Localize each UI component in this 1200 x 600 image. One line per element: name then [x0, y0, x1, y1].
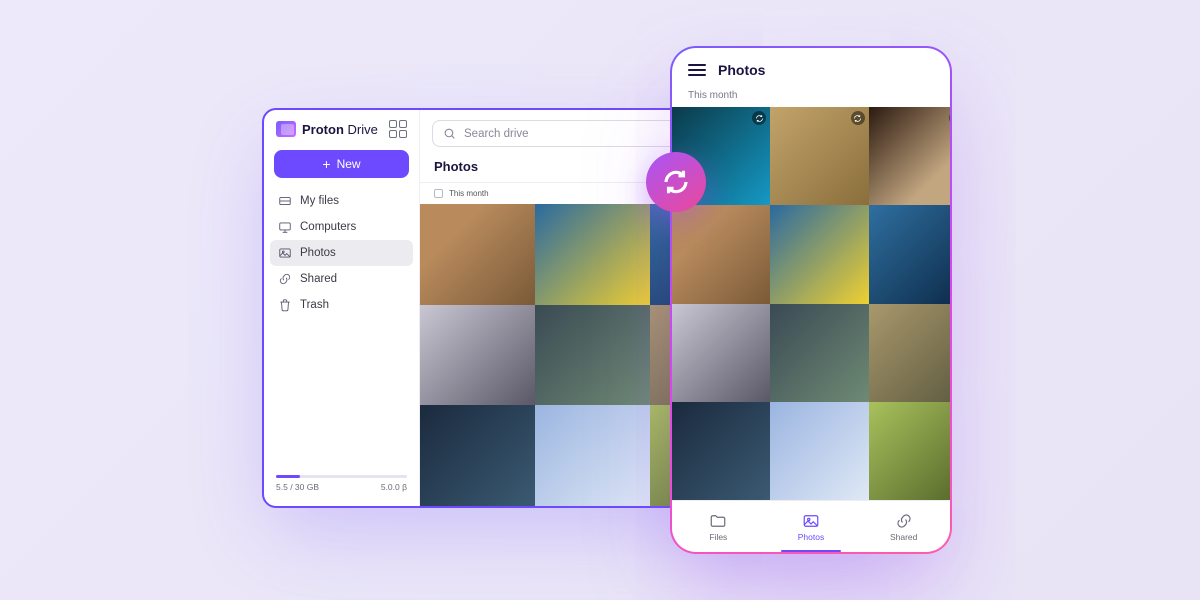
- sync-status-icon: [949, 111, 950, 125]
- sync-badge-icon: [646, 152, 706, 212]
- sidebar-item-label: Shared: [300, 273, 337, 285]
- link-icon: [278, 272, 292, 286]
- brand-thin: Drive: [348, 122, 378, 137]
- brand-bold: Proton: [302, 122, 344, 137]
- storage-meter: 5.5 / 30 GB 5.0.0 β: [264, 465, 419, 506]
- tab-files[interactable]: Files: [672, 501, 765, 552]
- mobile-subtitle: This month: [672, 88, 950, 107]
- sidebar-item-label: Photos: [300, 247, 336, 259]
- sidebar-item-shared[interactable]: Shared: [270, 266, 413, 292]
- photo-icon: [802, 512, 820, 530]
- photo-thumb[interactable]: [420, 204, 535, 305]
- mobile-header: Photos: [672, 48, 950, 88]
- mobile-tabbar: Files Photos Shared: [672, 500, 950, 552]
- computer-icon: [278, 220, 292, 234]
- sidebar-item-my-files[interactable]: My files: [270, 188, 413, 214]
- sidebar-item-computers[interactable]: Computers: [270, 214, 413, 240]
- brand-row: Proton Drive: [264, 110, 419, 146]
- photo-thumb[interactable]: [869, 402, 951, 500]
- sidebar: Proton Drive + New My files Computers: [264, 110, 420, 506]
- trash-icon: [278, 298, 292, 312]
- photo-thumb[interactable]: [869, 304, 951, 402]
- new-button[interactable]: + New: [274, 150, 409, 178]
- new-button-label: New: [337, 157, 361, 171]
- mobile-title: Photos: [718, 62, 765, 78]
- mobile-device: Photos This month Files: [670, 46, 952, 554]
- tab-photos[interactable]: Photos: [765, 501, 858, 552]
- photo-thumb[interactable]: [672, 304, 770, 402]
- photo-thumb[interactable]: [770, 304, 868, 402]
- tab-shared[interactable]: Shared: [857, 501, 950, 552]
- photo-thumb[interactable]: [535, 305, 650, 406]
- mobile-photo-grid: [672, 107, 950, 500]
- apps-grid-icon[interactable]: [389, 120, 407, 138]
- sync-status-icon: [752, 111, 766, 125]
- storage-text: 5.5 / 30 GB: [276, 482, 319, 492]
- search-icon: [443, 127, 456, 140]
- sync-status-icon: [851, 111, 865, 125]
- photo-thumb[interactable]: [770, 402, 868, 500]
- brand-text: Proton Drive: [302, 122, 378, 137]
- sidebar-item-label: My files: [300, 195, 339, 207]
- photo-thumb[interactable]: [770, 107, 868, 205]
- drive-icon: [278, 194, 292, 208]
- sidebar-item-label: Trash: [300, 299, 329, 311]
- search-placeholder: Search drive: [464, 128, 529, 140]
- photo-thumb[interactable]: [869, 107, 951, 205]
- link-icon: [895, 512, 913, 530]
- tab-label: Photos: [798, 532, 824, 542]
- folder-icon: [709, 512, 727, 530]
- tab-label: Files: [709, 532, 727, 542]
- photo-thumb[interactable]: [770, 205, 868, 303]
- storage-bar: [276, 475, 407, 478]
- photo-thumb[interactable]: [672, 402, 770, 500]
- sidebar-item-label: Computers: [300, 221, 356, 233]
- sidebar-item-trash[interactable]: Trash: [270, 292, 413, 318]
- photo-thumb[interactable]: [420, 305, 535, 406]
- sidebar-nav: My files Computers Photos Shared Trash: [264, 188, 419, 318]
- storage-version: 5.0.0 β: [381, 482, 407, 492]
- brand-logo-icon: [276, 121, 296, 137]
- section-subtitle: This month: [449, 189, 489, 198]
- menu-icon[interactable]: [688, 64, 706, 76]
- tab-label: Shared: [890, 532, 917, 542]
- photo-thumb[interactable]: [535, 405, 650, 506]
- photo-thumb[interactable]: [420, 405, 535, 506]
- photo-thumb[interactable]: [535, 204, 650, 305]
- photo-thumb[interactable]: [672, 205, 770, 303]
- checkbox-icon[interactable]: [434, 189, 443, 198]
- photo-icon: [278, 246, 292, 260]
- sidebar-item-photos[interactable]: Photos: [270, 240, 413, 266]
- photo-thumb[interactable]: [869, 205, 951, 303]
